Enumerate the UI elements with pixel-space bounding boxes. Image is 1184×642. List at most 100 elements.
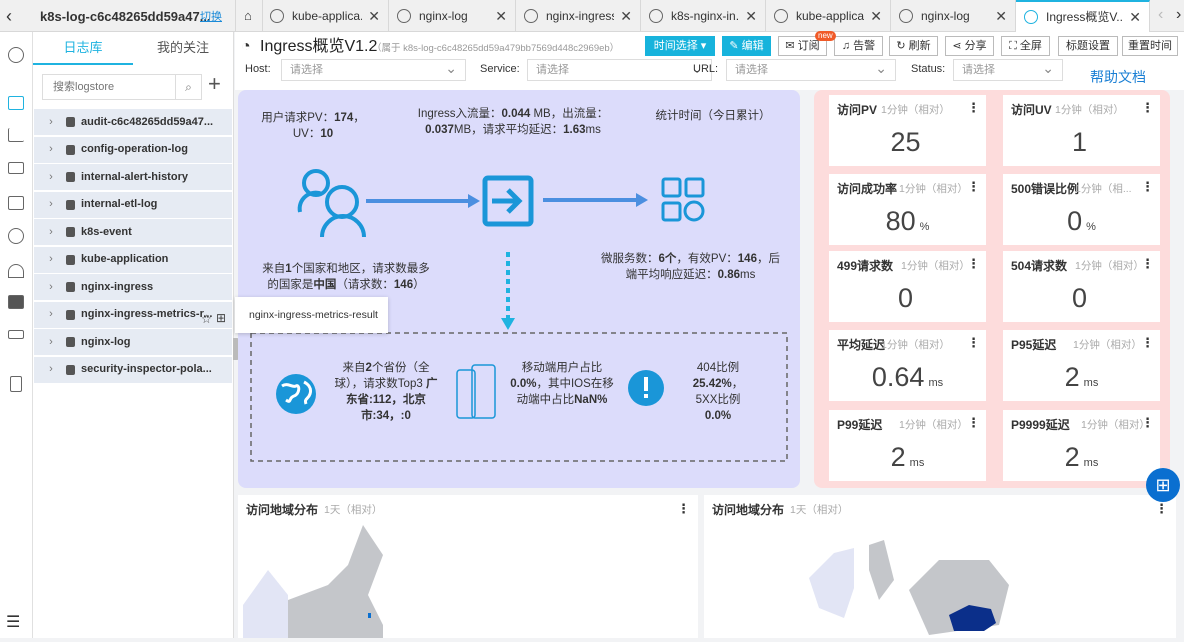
- close-icon[interactable]: ✕: [620, 9, 632, 23]
- title-settings-button[interactable]: 标题设置: [1058, 36, 1118, 56]
- chevron-right-icon[interactable]: ›: [40, 253, 62, 266]
- tab-favorites[interactable]: 我的关注: [133, 32, 233, 65]
- logstore-name: config-operation-log: [81, 143, 188, 155]
- logstore-search-input[interactable]: [43, 75, 171, 99]
- more-icon[interactable]: ⋮: [967, 336, 980, 350]
- text-segment: 0.0%: [510, 378, 537, 390]
- list-icon[interactable]: [8, 295, 24, 309]
- filter-select[interactable]: 请选择: [726, 59, 896, 81]
- value-number: 0: [1067, 206, 1083, 236]
- logstore-item[interactable]: › nginx-log: [34, 329, 232, 355]
- server-icon[interactable]: [8, 162, 24, 174]
- more-icon[interactable]: ⋮: [967, 257, 980, 271]
- card-value: 0.64 ms: [829, 362, 986, 399]
- chevron-right-icon[interactable]: ›: [40, 171, 62, 184]
- more-icon[interactable]: ⋮: [1141, 257, 1154, 271]
- tab-1[interactable]: nginx-log ✕: [389, 0, 516, 32]
- dashboard-grid-icon[interactable]: ⊞: [216, 311, 226, 325]
- filter-select[interactable]: 请选择: [527, 59, 712, 81]
- tabs-scroll-left-icon[interactable]: ‹: [1158, 6, 1163, 24]
- chevron-right-icon[interactable]: ›: [40, 308, 62, 321]
- filter-select[interactable]: 请选择: [281, 59, 466, 81]
- close-icon[interactable]: ✕: [745, 9, 757, 23]
- reset-time-button[interactable]: 重置时间: [1122, 36, 1178, 56]
- close-icon[interactable]: ✕: [995, 9, 1007, 23]
- country-text: 来自1个国家和地区，请求数最多 的国家是中国（请求数：146）: [252, 261, 440, 293]
- china-map[interactable]: [238, 495, 698, 638]
- menu-collapse-icon[interactable]: ☰: [6, 614, 20, 632]
- logstore-item[interactable]: › kube-application: [34, 246, 232, 273]
- tab-5[interactable]: nginx-log ✕: [891, 0, 1016, 32]
- more-icon[interactable]: ⋮: [967, 416, 980, 430]
- error-ratio-text: 404比例 25.42%， 5XX比例 0.0%: [678, 360, 758, 424]
- close-icon[interactable]: ✕: [368, 9, 380, 23]
- logstore-item[interactable]: › internal-etl-log: [34, 191, 232, 218]
- refresh-button[interactable]: ↻ 刷新: [889, 36, 938, 56]
- logstore-item[interactable]: › security-inspector-pola...: [34, 356, 232, 383]
- text-segment: 0.86: [717, 269, 741, 281]
- more-icon[interactable]: ⋮: [1141, 336, 1154, 350]
- star-icon[interactable]: ☆: [201, 312, 212, 326]
- more-icon[interactable]: ⋮: [967, 101, 980, 115]
- time-select-button[interactable]: 时间选择 ▾: [645, 36, 715, 56]
- machine-icon[interactable]: [8, 330, 24, 339]
- tab-2[interactable]: nginx-ingress ✕: [516, 0, 641, 32]
- tab-3[interactable]: k8s-nginx-in... ✕: [641, 0, 766, 32]
- button-label: 时间选择 ▾: [653, 39, 707, 52]
- chevron-right-icon[interactable]: ›: [40, 336, 62, 349]
- project-title: k8s-log-c6c48265dd59a47...: [40, 9, 211, 24]
- logstore-icon[interactable]: [8, 96, 24, 110]
- chevron-right-icon[interactable]: ›: [40, 281, 62, 294]
- value-unit: ms: [909, 457, 925, 469]
- alert-button[interactable]: ♫ 告警: [834, 36, 883, 56]
- card-value: 2 ms: [829, 442, 986, 479]
- close-icon[interactable]: ✕: [870, 9, 882, 23]
- layout-grid-button[interactable]: ⊞: [1146, 468, 1180, 502]
- chevron-right-icon[interactable]: ›: [40, 226, 62, 239]
- tab-4[interactable]: kube-applica... ✕: [766, 0, 891, 32]
- button-label: 全屏: [1019, 39, 1042, 52]
- close-icon[interactable]: ✕: [495, 9, 507, 23]
- more-icon[interactable]: ⋮: [1141, 180, 1154, 194]
- tab-label: Ingress概览V...: [1046, 10, 1124, 24]
- clock-icon[interactable]: [8, 47, 24, 63]
- more-icon[interactable]: ⋮: [1141, 101, 1154, 115]
- chevron-right-icon[interactable]: ›: [40, 198, 62, 211]
- edit-doc-icon[interactable]: [8, 196, 24, 210]
- tab-logstores[interactable]: 日志库: [33, 32, 133, 65]
- chevron-right-icon[interactable]: ›: [40, 143, 62, 156]
- logstore-item[interactable]: › k8s-event: [34, 219, 232, 245]
- report-icon[interactable]: [10, 376, 22, 392]
- metric-card: P99延迟 1分钟（相对） ⋮ 2 ms: [829, 410, 986, 481]
- edit-button[interactable]: ✎ 编辑: [722, 36, 771, 56]
- text-segment: 端平均响应延迟：: [625, 269, 718, 281]
- search-icon[interactable]: ⌕: [175, 75, 201, 99]
- chevron-right-icon[interactable]: ›: [40, 363, 62, 376]
- share-button[interactable]: ⋖ 分享: [945, 36, 994, 56]
- world-map[interactable]: [704, 495, 1176, 638]
- logstore-name: internal-alert-history: [81, 170, 188, 183]
- province-text: 来自2个省份（全 球），请求数Top3 广东省:112，北京 市:34，:0: [326, 360, 446, 424]
- help-doc-link[interactable]: 帮助文档: [1090, 69, 1146, 85]
- home-tab[interactable]: ⌂: [235, 0, 263, 32]
- chart-icon[interactable]: [8, 128, 24, 142]
- tabs-scroll-right-icon[interactable]: ›: [1176, 6, 1181, 24]
- card-title: 平均延迟: [837, 338, 886, 352]
- more-icon[interactable]: ⋮: [967, 180, 980, 194]
- logstore-item[interactable]: › audit-c6c48265dd59a47...: [34, 109, 232, 135]
- logstore-item[interactable]: › config-operation-log: [34, 136, 232, 163]
- switch-project-link[interactable]: 切换: [200, 11, 222, 24]
- back-icon[interactable]: ‹: [6, 6, 12, 26]
- tab-6[interactable]: Ingress概览V... ✕: [1016, 0, 1150, 32]
- pie-chart-icon[interactable]: [8, 228, 24, 244]
- close-icon[interactable]: ✕: [1129, 10, 1141, 24]
- add-logstore-icon[interactable]: +: [208, 72, 221, 96]
- more-icon[interactable]: ⋮: [1141, 416, 1154, 430]
- filter-select[interactable]: 请选择: [953, 59, 1063, 81]
- alarm-icon[interactable]: [8, 264, 24, 278]
- tab-0[interactable]: kube-applica... ✕: [262, 0, 389, 32]
- fullscreen-button[interactable]: ⛶ 全屏: [1001, 36, 1050, 56]
- chevron-right-icon[interactable]: ›: [40, 116, 62, 129]
- logstore-item[interactable]: › internal-alert-history: [34, 164, 232, 190]
- logstore-item[interactable]: › nginx-ingress: [34, 274, 232, 300]
